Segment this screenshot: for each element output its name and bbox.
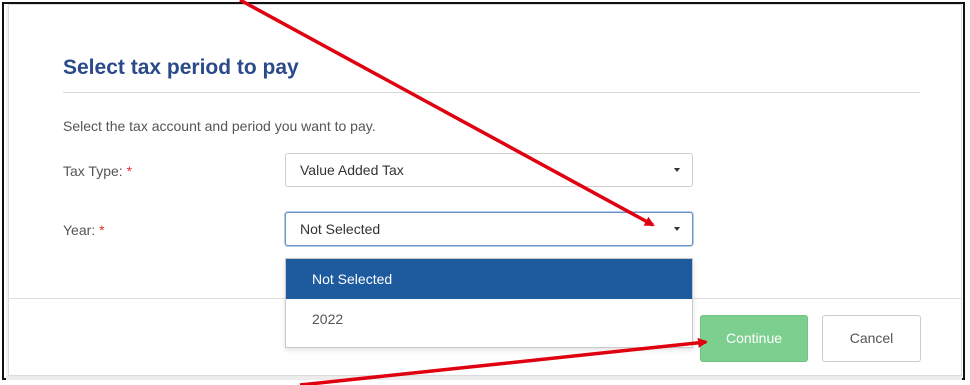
required-marker: * (99, 222, 105, 238)
form-instructions: Select the tax account and period you wa… (63, 118, 376, 134)
tax-type-label-text: Tax Type: (63, 163, 123, 179)
title-divider (63, 92, 920, 93)
year-option-2022[interactable]: 2022 (286, 299, 692, 339)
page-title: Select tax period to pay (63, 56, 299, 79)
year-label: Year: * (63, 222, 105, 238)
cancel-button[interactable]: Cancel (822, 315, 921, 362)
chevron-down-icon (674, 168, 680, 172)
continue-button[interactable]: Continue (700, 315, 808, 362)
year-select[interactable]: Not Selected (285, 212, 693, 246)
year-label-text: Year: (63, 222, 96, 238)
year-dropdown-menu: Not Selected 2022 (285, 258, 693, 348)
tax-type-label: Tax Type: * (63, 163, 132, 179)
tax-type-select[interactable]: Value Added Tax (285, 153, 693, 187)
year-option-not-selected[interactable]: Not Selected (286, 259, 692, 299)
chevron-down-icon (674, 227, 680, 231)
tax-type-value: Value Added Tax (300, 162, 404, 178)
year-value: Not Selected (300, 221, 381, 237)
page-bottom-strip (6, 376, 962, 380)
required-marker: * (126, 163, 133, 179)
